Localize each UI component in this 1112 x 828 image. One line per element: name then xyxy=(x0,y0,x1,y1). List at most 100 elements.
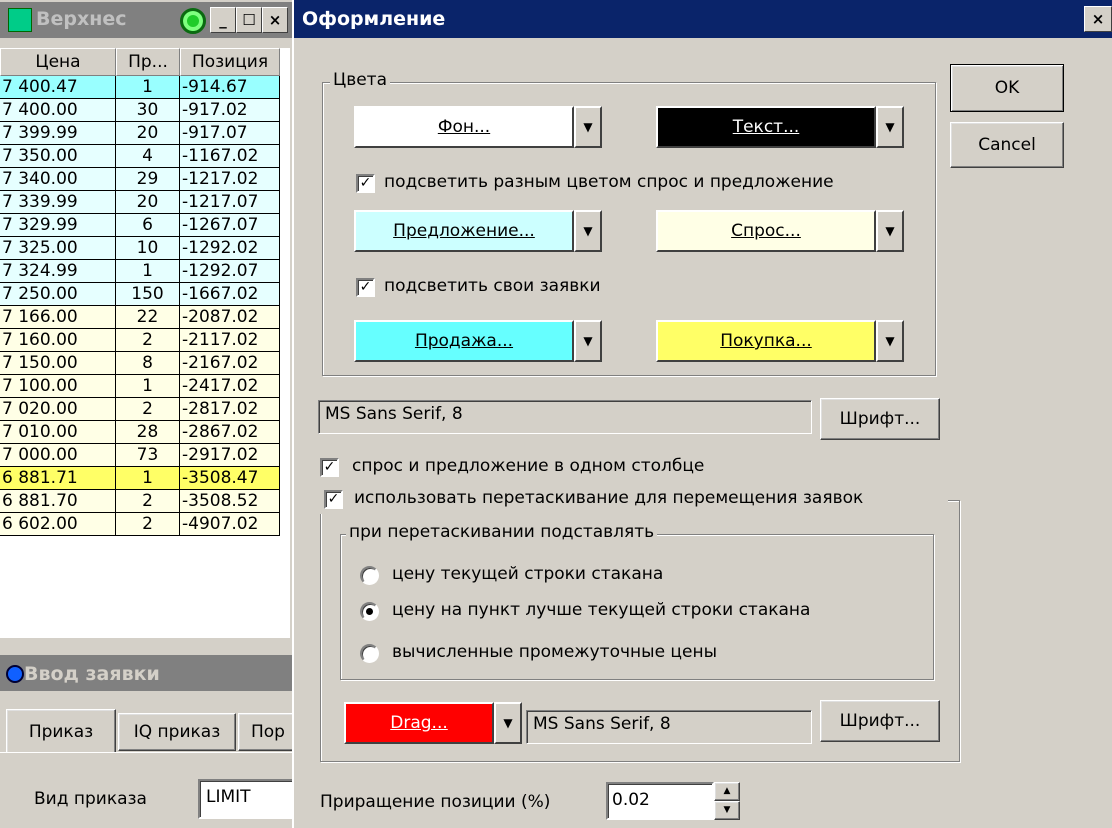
maximize-icon: ☐ xyxy=(242,10,256,29)
text-color-dropdown[interactable]: ▼ xyxy=(876,106,904,148)
table-row[interactable]: 7 400.47 1 -914.67 xyxy=(0,76,280,99)
bg-color-button[interactable]: Фон... ▼ xyxy=(354,106,602,148)
chevron-down-icon: ▼ xyxy=(583,224,593,238)
sell-color-button[interactable]: Продажа... ▼ xyxy=(354,320,602,362)
order-type-field[interactable]: LIMIT xyxy=(198,779,294,819)
position-cell: -2917.02 xyxy=(180,444,280,467)
radio-intermediate-price[interactable] xyxy=(360,644,379,663)
offer-color-dropdown[interactable]: ▼ xyxy=(574,210,602,252)
radio-intermediate-price-label: вычисленные промежуточные цены xyxy=(392,642,718,662)
demand-color-button[interactable]: Спрос... ▼ xyxy=(656,210,904,252)
sell-color-label: Продажа... xyxy=(414,331,514,351)
chevron-down-icon: ▼ xyxy=(885,120,895,134)
price-cell: 7 166.00 xyxy=(0,306,116,329)
buy-color-button[interactable]: Покупка... ▼ xyxy=(656,320,904,362)
qty-cell: 22 xyxy=(116,306,180,329)
text-color-button[interactable]: Текст... ▼ xyxy=(656,106,904,148)
table-row[interactable]: 7 150.00 8 -2167.02 xyxy=(0,352,280,375)
table-row[interactable]: 7 399.99 20 -917.07 xyxy=(0,122,280,145)
offer-color-face[interactable]: Предложение... xyxy=(354,210,574,252)
drag-color-face[interactable]: Drag... xyxy=(344,702,494,744)
col-header-position[interactable]: Позиция xyxy=(180,48,280,76)
demand-color-dropdown[interactable]: ▼ xyxy=(876,210,904,252)
table-row[interactable]: 7 166.00 22 -2087.02 xyxy=(0,306,280,329)
price-cell: 7 250.00 xyxy=(0,283,116,306)
close-button[interactable]: × xyxy=(262,7,288,33)
chevron-down-icon: ▼ xyxy=(583,120,593,134)
use-drag-checkbox[interactable]: ✓ xyxy=(324,490,343,509)
font-display: MS Sans Serif, 8 xyxy=(318,400,812,434)
table-row[interactable]: 6 602.00 2 -4907.02 xyxy=(0,513,280,536)
table-row[interactable]: 7 100.00 1 -2417.02 xyxy=(0,375,280,398)
bg-color-face[interactable]: Фон... xyxy=(354,106,574,148)
dialog-close-button[interactable]: × xyxy=(1084,6,1112,32)
price-cell: 6 881.70 xyxy=(0,490,116,513)
table-row[interactable]: 6 881.71 1 -3508.47 xyxy=(0,467,280,490)
offer-color-label: Предложение... xyxy=(393,221,535,241)
table-row[interactable]: 7 400.00 30 -917.02 xyxy=(0,99,280,122)
tab-panel-line xyxy=(0,752,292,753)
table-row[interactable]: 7 329.99 6 -1267.07 xyxy=(0,214,280,237)
text-color-face[interactable]: Текст... xyxy=(656,106,876,148)
buy-color-dropdown[interactable]: ▼ xyxy=(876,320,904,362)
qty-cell: 4 xyxy=(116,145,180,168)
table-row[interactable]: 7 250.00 150 -1667.02 xyxy=(0,283,280,306)
highlight-own-checkbox[interactable]: ✓ xyxy=(356,278,375,297)
font-button[interactable]: Шрифт... xyxy=(820,398,940,440)
cancel-button[interactable]: Cancel xyxy=(950,122,1064,168)
demand-color-face[interactable]: Спрос... xyxy=(656,210,876,252)
tab-order[interactable]: Приказ xyxy=(6,709,116,753)
buy-color-face[interactable]: Покупка... xyxy=(656,320,876,362)
increment-input[interactable]: 0.02 xyxy=(606,782,714,820)
table-row[interactable]: 7 325.00 10 -1292.02 xyxy=(0,237,280,260)
text-color-label: Текст... xyxy=(732,117,800,137)
table-row[interactable]: 7 339.99 20 -1217.07 xyxy=(0,191,280,214)
table-row[interactable]: 6 881.70 2 -3508.52 xyxy=(0,490,280,513)
close-icon: × xyxy=(268,10,282,29)
qty-cell: 2 xyxy=(116,490,180,513)
buy-color-label: Покупка... xyxy=(720,331,812,351)
position-cell: -3508.47 xyxy=(180,467,280,490)
sell-color-dropdown[interactable]: ▼ xyxy=(574,320,602,362)
qty-cell: 28 xyxy=(116,421,180,444)
order-book-table[interactable]: Цена Пр... Позиция 7 400.47 1 -914.67 7 400… xyxy=(0,48,290,638)
increment-down-button[interactable]: ▼ xyxy=(714,801,740,820)
tab-iq-order[interactable]: IQ приказ xyxy=(118,713,236,751)
table-row[interactable]: 7 324.99 1 -1292.07 xyxy=(0,260,280,283)
table-row[interactable]: 7 000.00 73 -2917.02 xyxy=(0,444,280,467)
qty-cell: 150 xyxy=(116,283,180,306)
table-row[interactable]: 7 020.00 2 -2817.02 xyxy=(0,398,280,421)
offer-color-button[interactable]: Предложение... ▼ xyxy=(354,210,602,252)
bg-color-dropdown[interactable]: ▼ xyxy=(574,106,602,148)
ok-button[interactable]: OK xyxy=(950,64,1064,112)
radio-current-price[interactable] xyxy=(360,566,379,585)
table-row[interactable]: 7 010.00 28 -2867.02 xyxy=(0,421,280,444)
chevron-up-icon: ▲ xyxy=(723,786,731,796)
tab-other[interactable]: Пор xyxy=(238,713,294,751)
table-row[interactable]: 7 350.00 4 -1167.02 xyxy=(0,145,280,168)
price-cell: 7 400.47 xyxy=(0,76,116,99)
drag-font-button[interactable]: Шрифт... xyxy=(820,700,940,742)
increment-up-button[interactable]: ▲ xyxy=(714,782,740,801)
drag-color-dropdown[interactable]: ▼ xyxy=(494,702,522,744)
maximize-button[interactable]: ☐ xyxy=(236,7,262,33)
one-column-checkbox[interactable]: ✓ xyxy=(320,458,339,477)
qty-cell: 1 xyxy=(116,260,180,283)
sell-color-face[interactable]: Продажа... xyxy=(354,320,574,362)
table-row[interactable]: 7 340.00 29 -1217.02 xyxy=(0,168,280,191)
drag-color-button[interactable]: Drag... ▼ xyxy=(344,702,522,744)
table-row[interactable]: 7 160.00 2 -2117.02 xyxy=(0,329,280,352)
price-cell: 6 881.71 xyxy=(0,467,116,490)
col-header-price[interactable]: Цена xyxy=(0,48,116,76)
qty-cell: 2 xyxy=(116,398,180,421)
price-cell: 7 010.00 xyxy=(0,421,116,444)
price-cell: 7 100.00 xyxy=(0,375,116,398)
col-header-qty[interactable]: Пр... xyxy=(116,48,180,76)
minimize-button[interactable]: _ xyxy=(210,7,236,33)
position-cell: -2867.02 xyxy=(180,421,280,444)
qty-cell: 1 xyxy=(116,375,180,398)
position-cell: -917.07 xyxy=(180,122,280,145)
radio-better-price[interactable] xyxy=(360,602,379,621)
ok-button-label: OK xyxy=(994,78,1020,98)
highlight-bidask-checkbox[interactable]: ✓ xyxy=(356,174,375,193)
